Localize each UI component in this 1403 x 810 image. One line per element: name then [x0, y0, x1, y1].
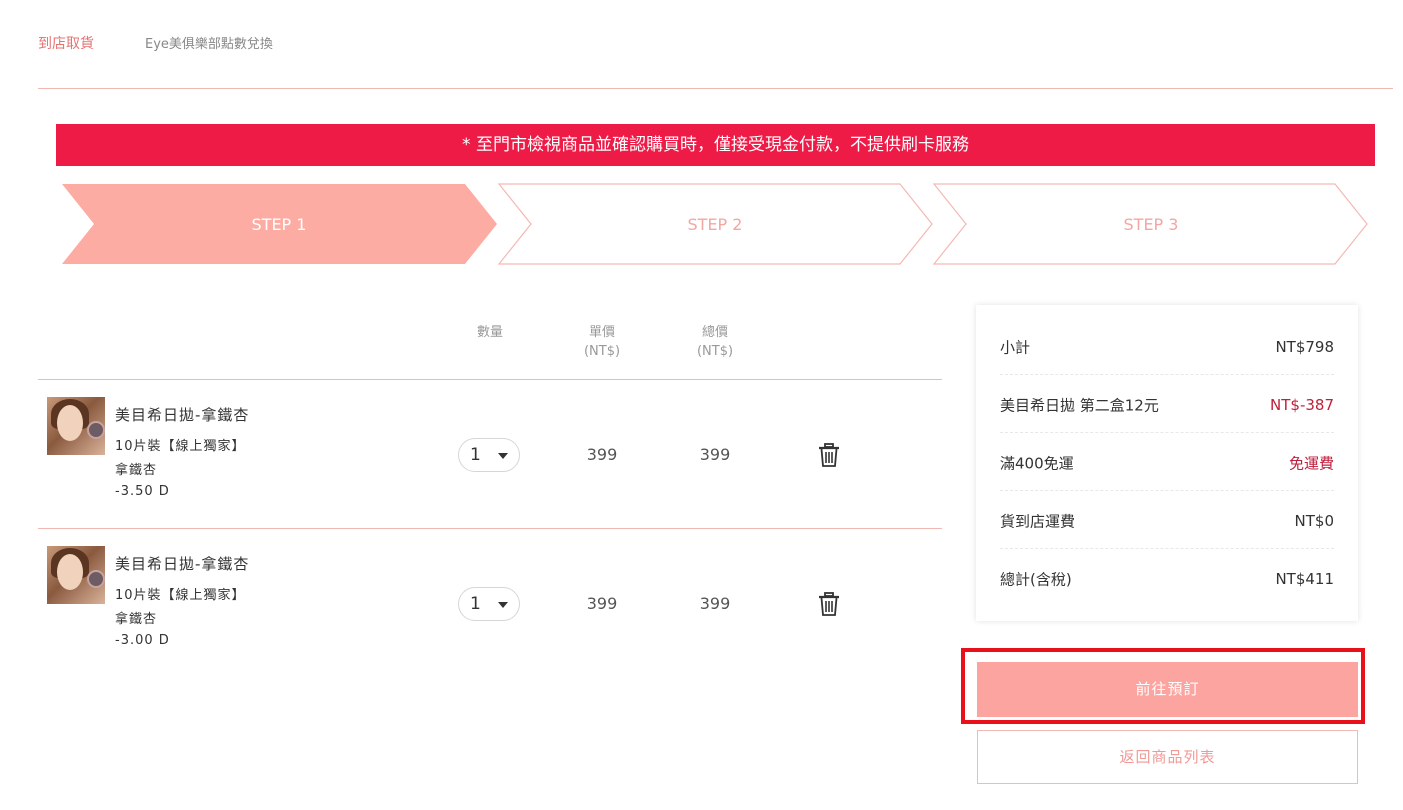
- summary-value: NT$-387: [1270, 396, 1334, 414]
- quantity-select[interactable]: 1: [458, 438, 520, 472]
- product-color: 拿鐵杏: [115, 463, 158, 478]
- step-2-label: STEP 2: [688, 215, 743, 234]
- product-pack: 10片裝【線上獨家】: [115, 588, 246, 603]
- checkout-steps: STEP 1 STEP 2 STEP 3: [62, 183, 1368, 265]
- product-power: -3.50 D: [115, 484, 170, 499]
- product-name[interactable]: 美目希日拋-拿鐵杏: [115, 553, 249, 574]
- quantity-value: 1: [470, 594, 481, 614]
- summary-subtotal: 小計 NT$798: [1000, 317, 1334, 375]
- summary-value: NT$0: [1294, 512, 1334, 530]
- table-row: 美目希日拋-拿鐵杏 10片裝【線上獨家】 拿鐵杏 -3.00 D 1 399 3…: [0, 529, 942, 677]
- quantity-select[interactable]: 1: [458, 587, 520, 621]
- tab-store-pickup[interactable]: 到店取貨: [38, 33, 94, 53]
- trash-icon[interactable]: [818, 443, 840, 467]
- col-unit-price-currency: (NT$): [583, 344, 621, 359]
- summary-label: 總計(含稅): [1000, 570, 1072, 589]
- summary-label: 滿400免運: [1000, 454, 1074, 473]
- cash-only-notice: * 至門市檢視商品並確認購買時，僅接受現金付款，不提供刷卡服務: [56, 124, 1375, 166]
- step-1-label: STEP 1: [252, 215, 307, 234]
- summary-label: 美目希日拋 第二盒12元: [1000, 396, 1159, 415]
- product-pack: 10片裝【線上獨家】: [115, 439, 246, 454]
- col-qty-label: 數量: [476, 325, 503, 340]
- product-color: 拿鐵杏: [115, 612, 158, 627]
- col-total-price: 總價 (NT$): [685, 323, 745, 361]
- summary-label: 貨到店運費: [1000, 512, 1076, 531]
- summary-value: NT$411: [1275, 570, 1334, 588]
- table-row: 美目希日拋-拿鐵杏 10片裝【線上獨家】 拿鐵杏 -3.50 D 1 399 3…: [0, 380, 942, 528]
- col-total-price-label: 總價: [701, 325, 728, 340]
- col-total-price-currency: (NT$): [696, 344, 734, 359]
- col-qty: 數量: [460, 323, 520, 342]
- product-image[interactable]: [47, 546, 105, 604]
- summary-label: 小計: [1000, 338, 1031, 357]
- col-unit-price: 單價 (NT$): [572, 323, 632, 361]
- quantity-value: 1: [470, 445, 481, 465]
- summary-value: NT$798: [1275, 338, 1334, 356]
- tabs-divider: [38, 88, 1393, 89]
- product-name[interactable]: 美目希日拋-拿鐵杏: [115, 404, 249, 425]
- unit-price: 399: [586, 445, 618, 464]
- caret-down-icon: [498, 453, 508, 459]
- caret-down-icon: [498, 602, 508, 608]
- col-unit-price-label: 單價: [588, 325, 615, 340]
- trash-icon[interactable]: [818, 592, 840, 616]
- summary-value: 免運費: [1288, 454, 1334, 473]
- back-to-products-button[interactable]: 返回商品列表: [977, 730, 1358, 784]
- order-summary: 小計 NT$798 美目希日拋 第二盒12元 NT$-387 滿400免運 免運…: [976, 305, 1358, 621]
- unit-price: 399: [586, 594, 618, 613]
- product-image[interactable]: [47, 397, 105, 455]
- total-price: 399: [699, 445, 731, 464]
- tab-points-redeem[interactable]: Eye美俱樂部點數兌換: [145, 33, 273, 52]
- summary-shipping-fee: 貨到店運費 NT$0: [1000, 491, 1334, 549]
- summary-free-shipping: 滿400免運 免運費: [1000, 433, 1334, 491]
- product-power: -3.00 D: [115, 633, 170, 648]
- reserve-button[interactable]: 前往預訂: [977, 662, 1358, 717]
- summary-total: 總計(含稅) NT$411: [1000, 549, 1334, 607]
- total-price: 399: [699, 594, 731, 613]
- step-3-label: STEP 3: [1124, 215, 1179, 234]
- summary-discount: 美目希日拋 第二盒12元 NT$-387: [1000, 375, 1334, 433]
